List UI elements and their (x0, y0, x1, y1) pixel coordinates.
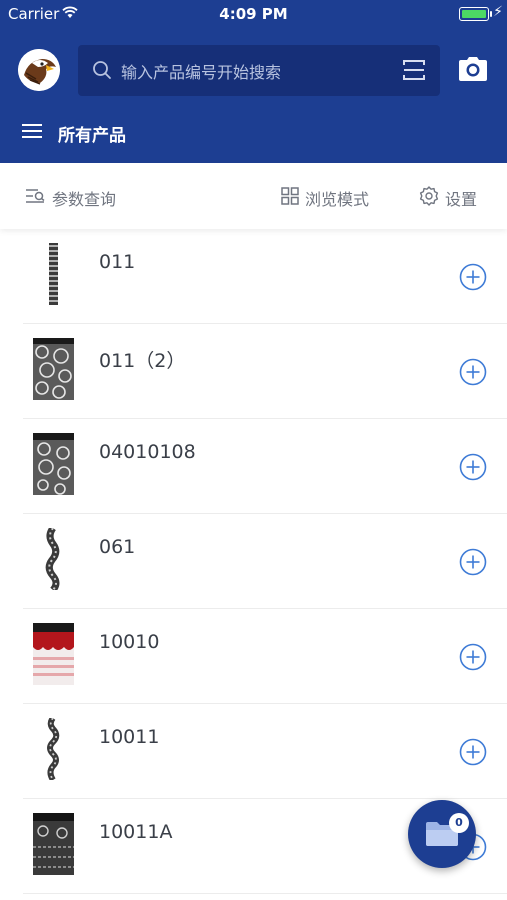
product-row[interactable]: 10011 (23, 704, 507, 799)
status-bar: Carrier 4:09 PM ⚡ (0, 0, 507, 28)
product-thumbnail (33, 433, 74, 495)
add-circle-icon[interactable] (459, 643, 487, 671)
add-circle-icon[interactable] (459, 453, 487, 481)
product-code: 10011A (99, 821, 173, 843)
product-row[interactable]: 04010108 (23, 419, 507, 514)
product-code: 04010108 (99, 441, 196, 463)
gear-icon (419, 186, 439, 210)
toolbar: 参数查询 浏览模式 设置 (0, 163, 507, 229)
product-row[interactable]: 10010 (23, 609, 507, 704)
eagle-logo[interactable] (18, 49, 60, 91)
product-code: 061 (99, 536, 136, 558)
filter-search-icon (26, 188, 46, 208)
browse-mode-button[interactable]: 浏览模式 (281, 186, 369, 210)
hamburger-menu-icon[interactable] (22, 123, 42, 143)
product-thumbnail (33, 525, 74, 593)
product-code: 011（2） (99, 350, 186, 372)
add-circle-icon[interactable] (459, 358, 487, 386)
product-code: 011 (99, 251, 136, 273)
add-circle-icon[interactable] (459, 263, 487, 291)
settings-button[interactable]: 设置 (419, 186, 477, 210)
clock: 4:09 PM (219, 5, 288, 23)
product-row[interactable]: 061 (23, 514, 507, 609)
grid-icon (281, 187, 299, 209)
app-header: Carrier 4:09 PM ⚡ 输入产品编号开始搜索 所有产品 (0, 0, 507, 163)
product-code: 10010 (99, 631, 160, 653)
search-bar[interactable]: 输入产品编号开始搜索 (78, 45, 440, 96)
battery-icon (459, 7, 489, 21)
product-thumbnail (33, 243, 74, 305)
scan-icon[interactable] (402, 58, 426, 86)
browse-mode-label: 浏览模式 (305, 190, 370, 209)
search-icon (92, 60, 112, 84)
charging-icon: ⚡ (493, 4, 503, 20)
product-row[interactable]: 011（2） (23, 324, 507, 419)
camera-icon[interactable] (457, 55, 489, 87)
cart-count-badge: 0 (449, 813, 469, 833)
product-code: 10011 (99, 726, 160, 748)
parameter-query-button[interactable]: 参数查询 (26, 186, 116, 210)
parameter-query-label: 参数查询 (52, 190, 117, 209)
product-thumbnail (33, 813, 74, 875)
product-list: 011 011（2） 04010108 061 10010 10011 1001… (23, 229, 507, 894)
product-thumbnail (33, 716, 74, 782)
search-input[interactable]: 输入产品编号开始搜索 (121, 59, 281, 83)
cart-folder-button[interactable]: 0 (408, 800, 476, 868)
category-title[interactable]: 所有产品 (58, 121, 126, 146)
product-row[interactable]: 011 (23, 229, 507, 324)
product-thumbnail (33, 623, 74, 685)
add-circle-icon[interactable] (459, 738, 487, 766)
settings-label: 设置 (445, 190, 478, 209)
add-circle-icon[interactable] (459, 548, 487, 576)
product-thumbnail (33, 338, 74, 400)
